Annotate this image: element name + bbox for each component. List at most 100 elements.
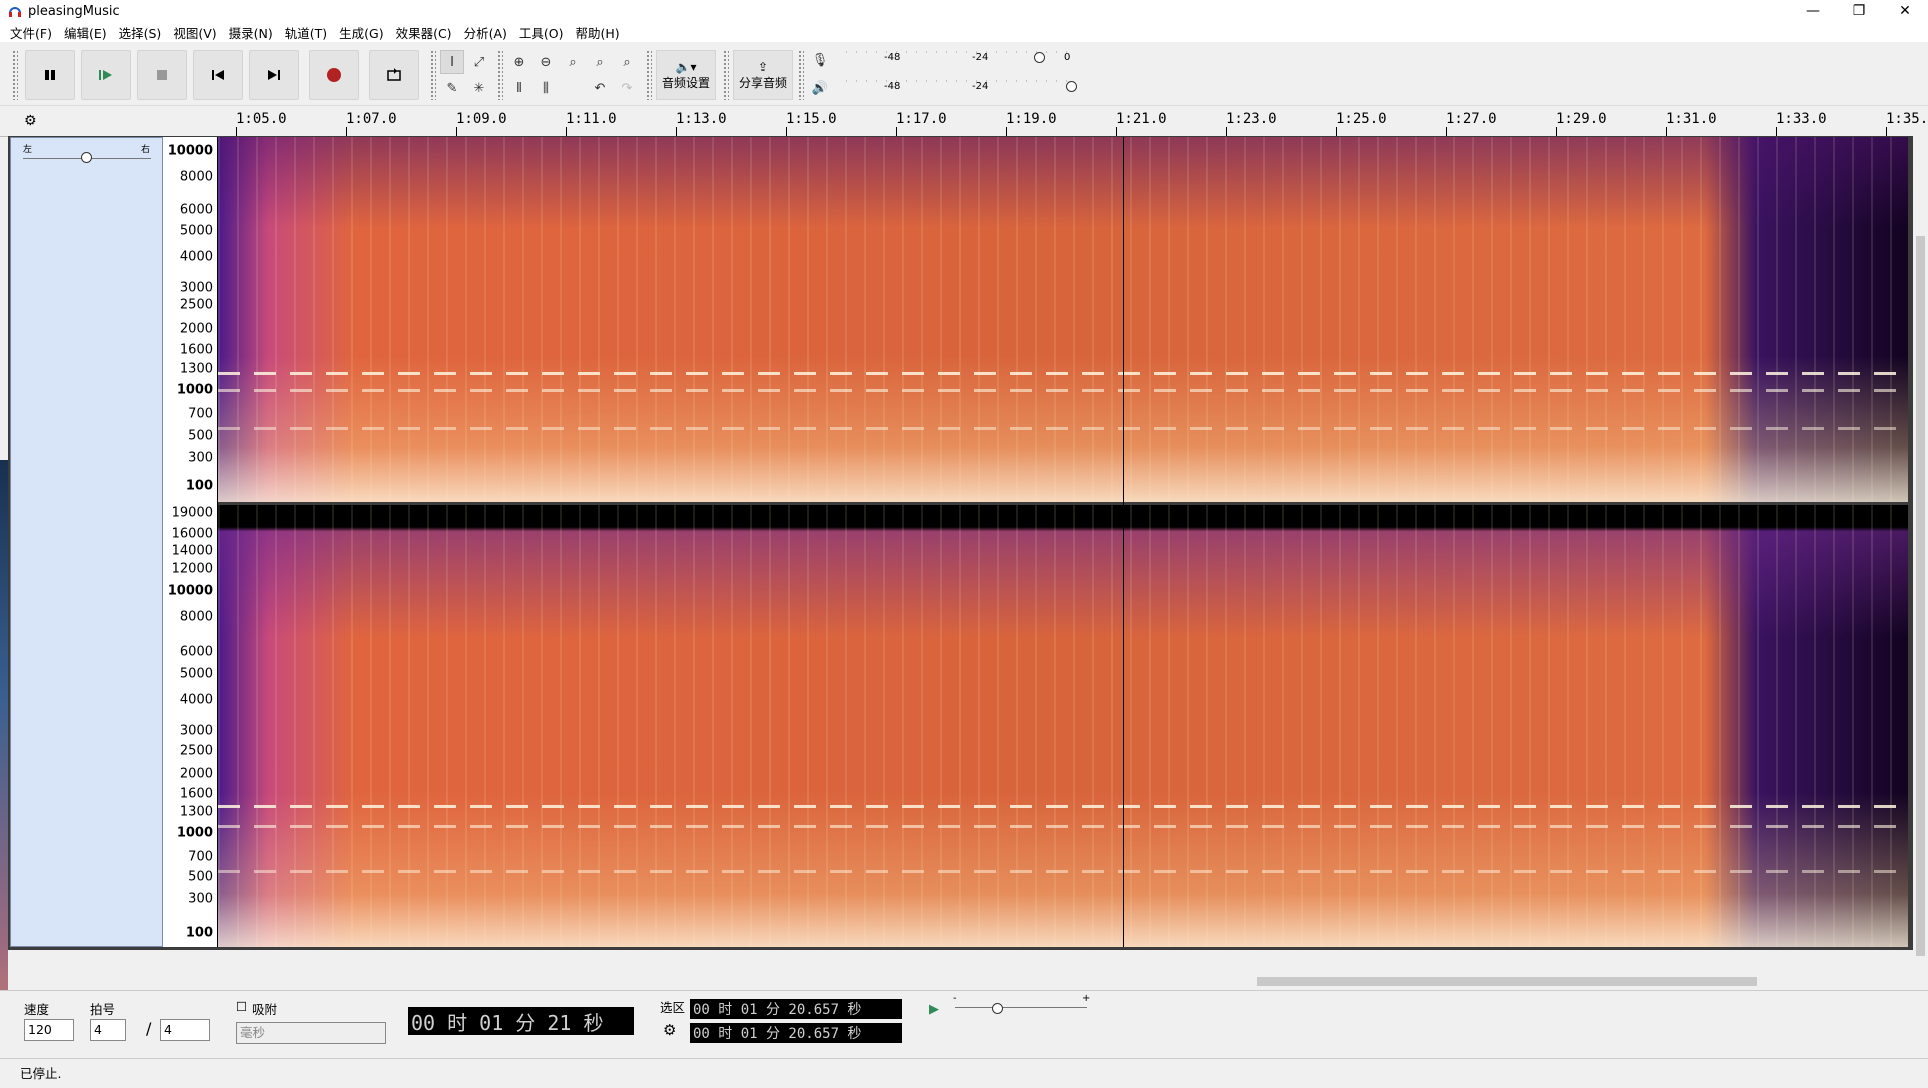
stop-button[interactable] xyxy=(137,50,187,100)
multi-tool-button[interactable]: ✳ xyxy=(467,76,491,100)
silence-button[interactable]: ⫼ xyxy=(534,76,558,100)
loop-icon xyxy=(387,68,401,81)
close-button[interactable]: ✕ xyxy=(1882,0,1928,22)
toolbar-grip[interactable] xyxy=(12,50,18,100)
ruler-tick xyxy=(1446,127,1447,136)
loop-button[interactable] xyxy=(369,50,419,100)
tools-grip[interactable] xyxy=(430,50,436,100)
snap-checkbox[interactable]: ☐ xyxy=(236,999,247,1014)
menu-tools[interactable]: 工具(O) xyxy=(519,23,564,42)
frequency-tick-label: 1300 xyxy=(179,804,213,820)
selection-tool-button[interactable]: I xyxy=(440,50,464,74)
zoom-in-button[interactable]: ⊕ xyxy=(507,50,531,74)
spectrogram-band xyxy=(218,372,1908,375)
meter-denominator-select[interactable]: 4 xyxy=(160,1019,210,1041)
redo-button[interactable]: ↷ xyxy=(615,76,639,100)
audio-setup-grip[interactable] xyxy=(646,50,652,100)
frequency-tick-label: 2000 xyxy=(179,321,213,337)
ruler-settings-icon[interactable]: ⚙ xyxy=(24,113,37,129)
zoom-in-icon: ⊕ xyxy=(513,54,525,70)
playback-meter[interactable]: -48 -24 xyxy=(836,77,1080,101)
zoom-out-button[interactable]: ⊖ xyxy=(534,50,558,74)
menu-help[interactable]: 帮助(H) xyxy=(575,23,619,42)
record-button[interactable] xyxy=(309,50,359,100)
track-control-panel[interactable]: 左 右 xyxy=(10,137,163,947)
audio-setup-button[interactable]: 🔈▾ 音频设置 xyxy=(656,50,716,100)
menu-view[interactable]: 视图(V) xyxy=(173,23,216,42)
meter-numerator-input[interactable]: 4 xyxy=(90,1019,126,1041)
record-meter-button[interactable]: 🎙 xyxy=(808,48,832,72)
ruler-tick-label: 1:07.0 xyxy=(346,111,397,127)
spectrogram-right-channel[interactable] xyxy=(218,505,1908,947)
zoom-toggle-button[interactable]: ⌕ xyxy=(615,50,639,74)
trim-button[interactable]: ⫴ xyxy=(507,76,531,100)
audacity-window: pleasingMusic — ❐ ✕ 文件(F) 编辑(E) 选择(S) 视图… xyxy=(0,0,1928,1088)
play-at-speed-icon: ▶ xyxy=(929,1001,939,1017)
play-button[interactable] xyxy=(81,50,131,100)
menu-effect[interactable]: 效果器(C) xyxy=(396,23,452,42)
ruler-tick xyxy=(676,127,677,136)
ruler-tick xyxy=(1336,127,1337,136)
menu-tracks[interactable]: 轨道(T) xyxy=(285,23,327,42)
undo-button[interactable]: ↶ xyxy=(588,76,612,100)
menu-file[interactable]: 文件(F) xyxy=(10,23,52,42)
frequency-tick-label: 5000 xyxy=(179,666,213,682)
rec-meter-48: -48 xyxy=(884,52,901,63)
play-at-speed-button[interactable]: ▶ xyxy=(922,997,946,1021)
share-audio-button[interactable]: ⇪ 分享音频 xyxy=(733,50,793,100)
play-meter-scale xyxy=(846,80,1070,82)
ruler-tick xyxy=(1886,127,1887,136)
audio-setup-label: 音频设置 xyxy=(661,75,710,90)
frequency-tick-label: 6000 xyxy=(179,202,213,218)
spectrogram-left-channel[interactable] xyxy=(218,137,1908,502)
stop-icon xyxy=(157,70,167,80)
timeline-ruler[interactable]: ⚙ 1:05.0 1:07.0 1:09.0 1:11.0 1:13.0 1:15.0 1:… xyxy=(0,107,1928,137)
pan-slider-knob[interactable] xyxy=(81,152,92,163)
minimize-button[interactable]: — xyxy=(1790,0,1836,22)
bottom-toolbar: 速度 120 拍号 4 / 4 ☐ 吸附 毫秒 00 时 01 分 21 秒 选… xyxy=(0,990,1928,1058)
skip-end-button[interactable] xyxy=(249,50,299,100)
frequency-tick-label: 2500 xyxy=(179,743,213,759)
snap-unit-select[interactable]: 毫秒 xyxy=(236,1022,386,1044)
draw-tool-button[interactable]: ✎ xyxy=(440,76,464,100)
menu-edit[interactable]: 编辑(E) xyxy=(64,23,107,42)
horizontal-scrollbar[interactable] xyxy=(200,973,1913,990)
vertical-scrollbar[interactable] xyxy=(1913,136,1928,972)
ruler-tick-label: 1:17.0 xyxy=(896,111,947,127)
time-display[interactable]: 00 时 01 分 21 秒 xyxy=(408,1007,634,1035)
pause-button[interactable] xyxy=(25,50,75,100)
playhead-cursor[interactable] xyxy=(1123,137,1124,947)
selection-start-time[interactable]: 00 时 01 分 20.657 秒 xyxy=(690,999,902,1019)
record-meter[interactable]: -48 -24 0 xyxy=(836,48,1080,72)
vertical-scroll-thumb[interactable] xyxy=(1916,236,1925,956)
ruler-tick xyxy=(1006,127,1007,136)
share-grip[interactable] xyxy=(723,50,729,100)
tempo-input[interactable]: 120 xyxy=(24,1019,74,1041)
menu-generate[interactable]: 生成(G) xyxy=(339,23,383,42)
menu-analyze[interactable]: 分析(A) xyxy=(464,23,507,42)
main-toolbar: I ⤢ ✎ ✳ ⊕ ⊖ ⌕ ⌕ ⌕ ⫴ ⫼ ↶ ↷ 🔈▾ 音频设置 ⇪ 分享音频… xyxy=(0,44,1928,106)
title-bar: pleasingMusic — ❐ ✕ xyxy=(0,0,1928,22)
menu-select[interactable]: 选择(S) xyxy=(119,23,162,42)
ruler-tick xyxy=(1666,127,1667,136)
playback-level-knob[interactable] xyxy=(1066,81,1077,92)
meter-grip[interactable] xyxy=(798,50,804,100)
selection-end-time[interactable]: 00 时 01 分 20.657 秒 xyxy=(690,1023,902,1043)
ruler-tick xyxy=(566,127,567,136)
record-level-knob[interactable] xyxy=(1034,52,1045,63)
skip-start-button[interactable] xyxy=(193,50,243,100)
envelope-tool-button[interactable]: ⤢ xyxy=(467,50,491,74)
selection-settings-icon[interactable]: ⚙ xyxy=(663,1021,676,1039)
speed-slider-knob[interactable] xyxy=(992,1003,1003,1014)
zoom-toggle-icon: ⌕ xyxy=(623,54,631,70)
maximize-button[interactable]: ❐ xyxy=(1836,0,1882,22)
silence-icon: ⫼ xyxy=(543,80,549,96)
fit-selection-button[interactable]: ⌕ xyxy=(561,50,585,74)
upload-icon: ⇪ xyxy=(757,59,769,74)
play-meter-button[interactable]: 🔊 xyxy=(808,76,832,100)
fit-project-button[interactable]: ⌕ xyxy=(588,50,612,74)
edit-grip[interactable] xyxy=(497,50,503,100)
frequency-tick-label: 3000 xyxy=(179,723,213,739)
horizontal-scroll-thumb[interactable] xyxy=(1257,977,1757,986)
menu-transport[interactable]: 摄录(N) xyxy=(229,23,273,42)
